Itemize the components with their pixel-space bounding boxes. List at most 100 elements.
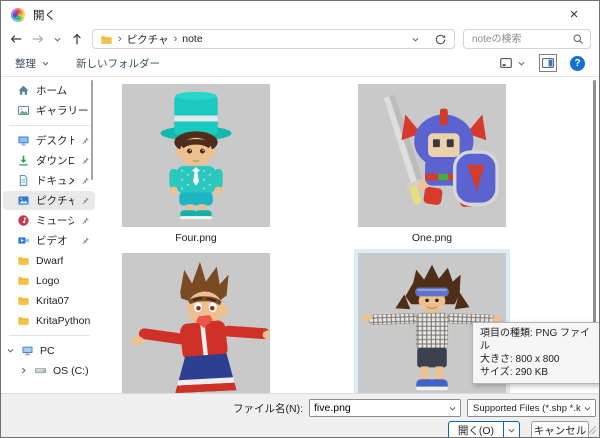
chevron-right-icon[interactable] [19, 366, 28, 375]
sidebar-item-label: KritaPython07 [36, 315, 90, 327]
sidebar-item-ドキュメント[interactable]: ドキュメント [3, 171, 95, 190]
sidebar-item-label: PC [40, 345, 55, 357]
folder-icon [17, 294, 30, 307]
sidebar-item-ピクチャ[interactable]: ピクチャ [3, 191, 95, 210]
close-button[interactable] [559, 4, 589, 26]
sidebar-scrollbar[interactable] [91, 80, 93, 180]
buttons-row: 開く(O) キャンセル [1, 421, 599, 438]
organize-button[interactable]: 整理 [15, 56, 50, 71]
up-button[interactable] [70, 32, 84, 46]
character-teal-tophat-illustration [122, 84, 270, 227]
sidebar-item-label: ピクチャ [36, 193, 74, 208]
filename-row: ファイル名(N): Supported Files (*.shp *.kml *… [1, 399, 599, 417]
search-input[interactable] [470, 33, 568, 46]
folder-icon [17, 274, 30, 287]
sidebar-item-OS (C:)[interactable]: OS (C:) [3, 361, 95, 380]
folder-icon [17, 254, 30, 267]
file-item[interactable] [118, 249, 274, 393]
file-list-scrollbar[interactable] [593, 80, 596, 353]
document-icon [17, 174, 30, 187]
sidebar-item-label: ビデオ [36, 233, 68, 248]
organize-label: 整理 [15, 56, 36, 71]
home-icon [17, 84, 30, 97]
sidebar-separator [9, 335, 90, 336]
filename-label: ファイル名(N): [233, 401, 303, 416]
file-item[interactable]: Four.png [118, 80, 274, 249]
dialog-title: 開く [33, 7, 56, 23]
back-button[interactable] [9, 32, 23, 46]
sidebar-item-label: デスクトップ [36, 133, 74, 148]
sidebar-list: ホームギャラリーデスクトップダウンロードドキュメントピクチャミュージックビデオ D… [1, 81, 98, 380]
filename-dropdown-button[interactable] [448, 404, 457, 413]
chevron-down-icon[interactable] [6, 346, 15, 355]
open-menu-button[interactable] [503, 422, 519, 438]
pc-icon [21, 344, 34, 357]
folder-icon [100, 33, 113, 46]
sidebar-item-Logo[interactable]: Logo [3, 271, 95, 290]
sidebar-item-Krita07[interactable]: Krita07 [3, 291, 95, 310]
folder-icon [17, 314, 30, 327]
sidebar-item-label: Dwarf [36, 255, 63, 267]
sidebar-item-KritaPython07[interactable]: KritaPython07 [3, 311, 95, 330]
cancel-button[interactable]: キャンセル [531, 421, 589, 438]
command-bar: 整理 新しいフォルダー [1, 50, 599, 77]
sidebar-item-label: Logo [36, 275, 59, 287]
search-icon [572, 33, 584, 45]
breadcrumb-item-pictures[interactable]: ピクチャ [127, 32, 169, 47]
sidebar-item-Dwarf[interactable]: Dwarf [3, 251, 95, 270]
address-bar[interactable]: › ピクチャ › note [92, 29, 455, 49]
sidebar-item-label: ダウンロード [36, 153, 74, 168]
preview-pane-toggle[interactable] [539, 54, 557, 72]
toolbar-right-group [499, 54, 585, 72]
filename-input[interactable] [310, 402, 448, 414]
refresh-button[interactable] [434, 33, 447, 46]
navigation-bar: › ピクチャ › note [1, 28, 599, 50]
open-button[interactable]: 開く(O) [449, 422, 503, 438]
sidebar-item-デスクトップ[interactable]: デスクトップ [3, 131, 95, 150]
sidebar-item-ミュージック[interactable]: ミュージック [3, 211, 95, 230]
view-mode-icon [499, 56, 513, 70]
open-split-button: 開く(O) [448, 421, 520, 438]
file-item[interactable]: One.png [354, 80, 510, 249]
dialog-footer: ファイル名(N): Supported Files (*.shp *.kml *… [1, 393, 599, 438]
pin-icon [80, 136, 90, 146]
tooltip-line-dimensions: 大きさ: 800 x 800 [480, 353, 598, 366]
new-folder-button[interactable]: 新しいフォルダー [76, 56, 160, 71]
sidebar-item-ギャラリー[interactable]: ギャラリー [3, 101, 95, 120]
pin-icon [80, 216, 90, 226]
new-folder-label: 新しいフォルダー [76, 56, 160, 71]
preview-pane-icon [541, 56, 555, 70]
music-icon [17, 214, 30, 227]
chevron-down-icon [583, 404, 592, 413]
character-red-jacket-illustration [122, 253, 270, 393]
sidebar-item-label: OS (C:) [53, 365, 89, 377]
tooltip-line-size: サイズ: 290 KB [480, 366, 598, 379]
titlebar: 開く [1, 1, 599, 28]
breadcrumb-separator: › [174, 33, 178, 45]
sidebar-item-label: ミュージック [36, 213, 74, 228]
recent-locations-button[interactable] [53, 35, 62, 44]
gallery-icon [17, 104, 30, 117]
sidebar-item-ホーム[interactable]: ホーム [3, 81, 95, 100]
sidebar-separator [9, 125, 90, 126]
sidebar-item-PC[interactable]: PC [3, 341, 95, 360]
address-dropdown-button[interactable] [411, 35, 420, 44]
file-name: Four.png [122, 231, 270, 245]
file-info-tooltip: 項目の種類: PNG ファイル 大きさ: 800 x 800 サイズ: 290 … [472, 322, 600, 384]
view-mode-button[interactable] [499, 56, 526, 70]
pictures-icon [17, 194, 30, 207]
chevron-down-icon [507, 426, 516, 435]
filename-combobox [309, 399, 461, 417]
forward-button[interactable] [31, 32, 45, 46]
sidebar-item-ビデオ[interactable]: ビデオ [3, 231, 95, 250]
search-box [463, 29, 591, 49]
file-type-dropdown[interactable]: Supported Files (*.shp *.kml *.jp [467, 399, 596, 417]
help-button[interactable] [570, 56, 585, 71]
chevron-down-icon [41, 59, 50, 68]
krita-logo-icon [11, 8, 25, 22]
pin-icon [80, 196, 90, 206]
breadcrumb-separator: › [118, 33, 122, 45]
breadcrumb-item-note[interactable]: note [182, 33, 202, 45]
resize-grip[interactable] [586, 424, 597, 435]
sidebar-item-ダウンロード[interactable]: ダウンロード [3, 151, 95, 170]
